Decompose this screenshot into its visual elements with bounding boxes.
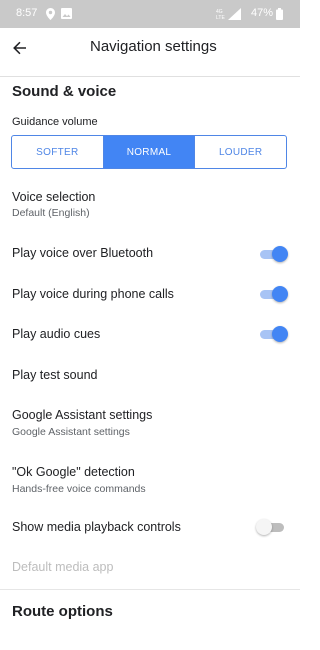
google-assistant-title: Google Assistant settings	[12, 408, 153, 422]
page-title: Navigation settings	[90, 38, 217, 55]
media-controls-toggle[interactable]	[256, 519, 284, 535]
toggle-thumb	[256, 519, 272, 535]
section-title-route-options: Route options	[12, 603, 113, 620]
toggle-thumb	[272, 326, 288, 342]
audio-cues-title: Play audio cues	[12, 327, 101, 341]
ok-google-row[interactable]: "Ok Google" detection Hands-free voice c…	[0, 455, 300, 501]
phone-calls-voice-row[interactable]: Play voice during phone calls	[0, 276, 300, 312]
ok-google-title: "Ok Google" detection	[12, 465, 135, 479]
media-controls-title: Show media playback controls	[12, 520, 181, 534]
svg-text:LTE: LTE	[216, 15, 225, 20]
app-bar-divider	[0, 76, 300, 77]
play-test-sound-row[interactable]: Play test sound	[0, 358, 300, 394]
volume-option-softer[interactable]: SOFTER	[12, 136, 104, 168]
status-time: 8:57	[16, 7, 38, 19]
play-test-sound-title: Play test sound	[12, 368, 98, 382]
guidance-volume-selector: SOFTER NORMAL LOUDER	[11, 135, 287, 169]
bluetooth-voice-row[interactable]: Play voice over Bluetooth	[0, 236, 300, 272]
audio-cues-toggle[interactable]	[260, 326, 288, 342]
default-media-app-title: Default media app	[12, 560, 114, 574]
toggle-thumb	[272, 246, 288, 262]
guidance-volume-label: Guidance volume	[12, 116, 98, 128]
4g-signal-icon: 4G LTE	[216, 8, 242, 23]
audio-cues-row[interactable]: Play audio cues	[0, 316, 300, 352]
status-bar: 8:57 4G LTE 47%	[0, 0, 300, 28]
media-controls-row[interactable]: Show media playback controls	[0, 510, 300, 546]
voice-selection-row[interactable]: Voice selection Default (English)	[0, 182, 300, 224]
location-icon	[46, 8, 55, 23]
bluetooth-voice-title: Play voice over Bluetooth	[12, 246, 154, 260]
battery-level: 47%	[251, 7, 274, 19]
toggle-thumb	[272, 286, 288, 302]
default-media-app-row: Default media app	[0, 551, 300, 585]
section-title-sound-voice: Sound & voice	[12, 83, 117, 100]
ok-google-subtitle: Hands-free voice commands	[12, 483, 146, 495]
app-bar: Navigation settings	[0, 28, 300, 72]
google-assistant-subtitle: Google Assistant settings	[12, 426, 130, 438]
section-divider	[0, 589, 300, 590]
phone-calls-voice-toggle[interactable]	[260, 286, 288, 302]
phone-calls-voice-title: Play voice during phone calls	[12, 287, 174, 301]
image-icon	[61, 8, 72, 22]
voice-selection-title: Voice selection	[12, 190, 96, 204]
google-assistant-row[interactable]: Google Assistant settings Google Assista…	[0, 398, 300, 444]
volume-option-normal[interactable]: NORMAL	[103, 136, 196, 168]
arrow-back-icon[interactable]	[10, 38, 30, 58]
bluetooth-voice-toggle[interactable]	[260, 246, 288, 262]
volume-option-louder[interactable]: LOUDER	[195, 136, 286, 168]
battery-icon	[276, 8, 283, 23]
voice-selection-value: Default (English)	[12, 207, 90, 219]
